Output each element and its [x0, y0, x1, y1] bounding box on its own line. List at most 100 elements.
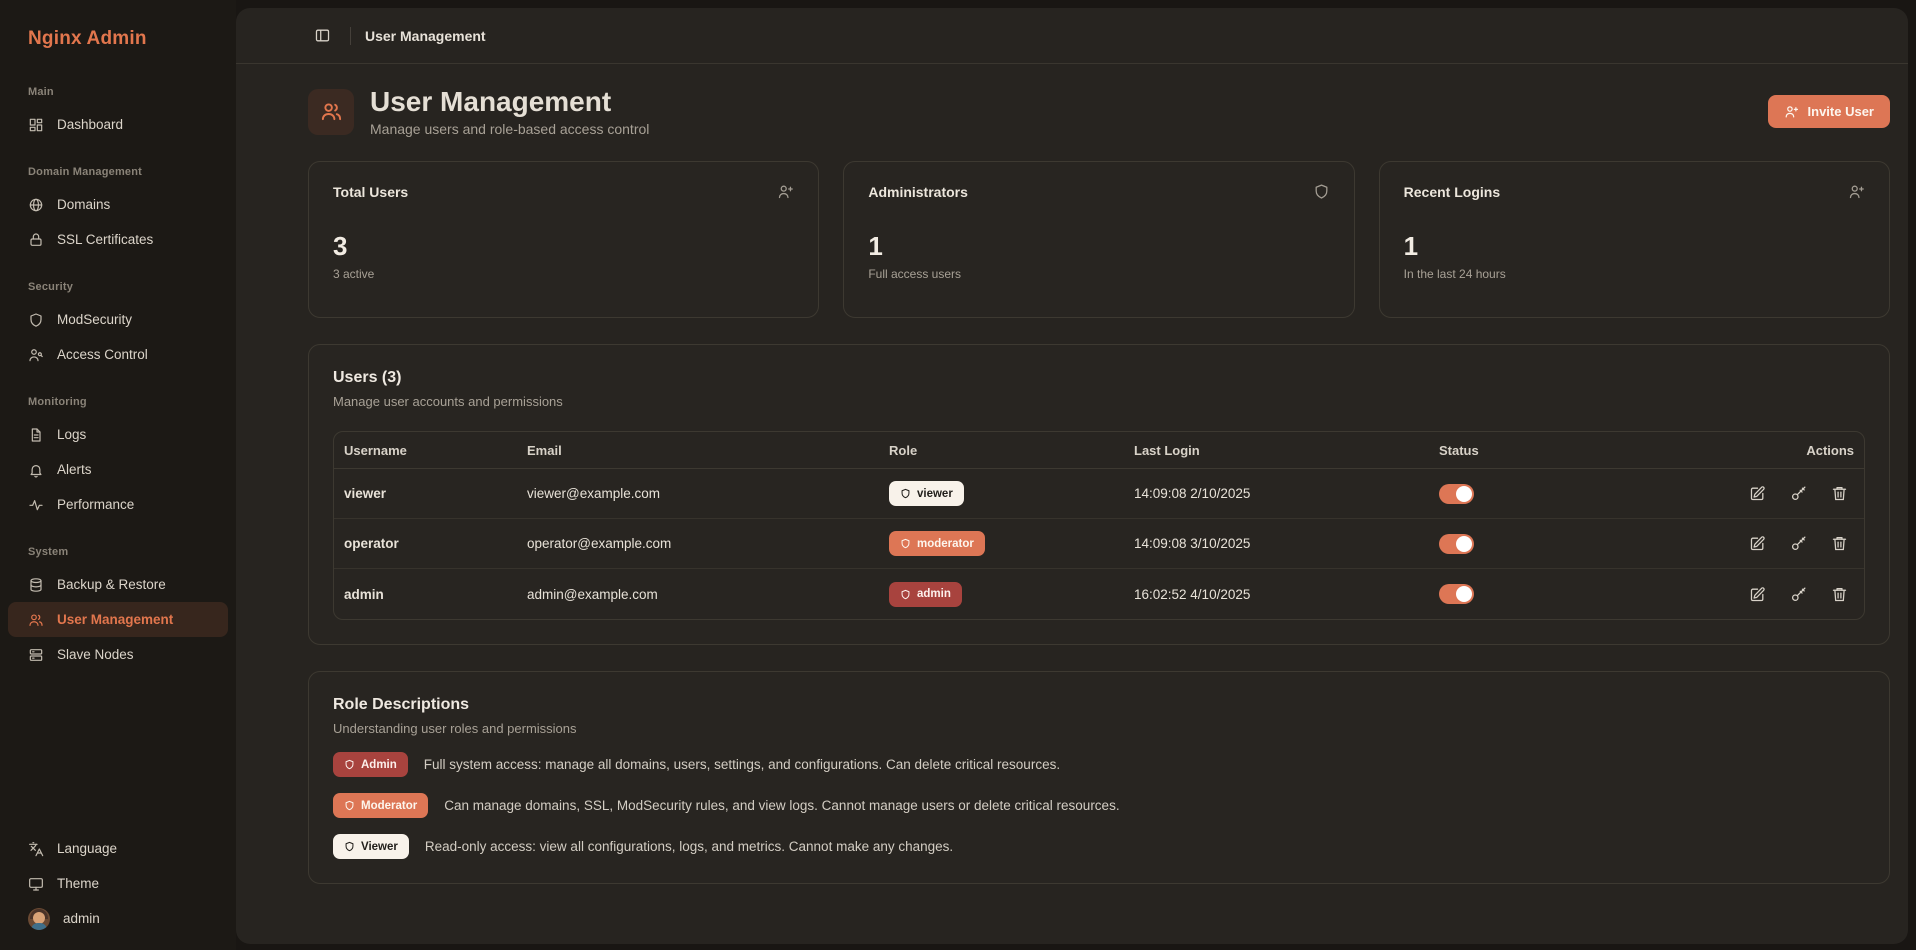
user-menu[interactable]: admin	[8, 901, 228, 936]
status-toggle[interactable]	[1439, 584, 1474, 605]
role-badge-viewer: viewer	[889, 481, 964, 507]
role-description-text: Full system access: manage all domains, …	[423, 757, 1061, 773]
theme-button[interactable]: Theme	[8, 866, 228, 901]
user-plus-icon	[1848, 183, 1865, 200]
panel-left-icon	[314, 27, 331, 44]
edit-icon	[1749, 485, 1766, 502]
sidebar-item-dashboard[interactable]: Dashboard	[8, 107, 228, 142]
page-titles: User Management Manage users and role-ba…	[370, 86, 649, 137]
delete-user-button[interactable]	[1831, 586, 1848, 603]
sidebar-item-performance[interactable]: Performance	[8, 487, 228, 522]
bell-icon	[28, 462, 44, 478]
page-title: User Management	[370, 86, 612, 117]
delete-user-button[interactable]	[1831, 485, 1848, 502]
username-label: admin	[63, 911, 100, 926]
topbar: User Management	[236, 8, 1908, 64]
status-toggle[interactable]	[1439, 483, 1474, 504]
edit-user-button[interactable]	[1749, 485, 1766, 502]
shield-icon	[900, 488, 911, 499]
cell-username: operator	[344, 536, 399, 552]
col-last-login: Last Login	[1134, 442, 1200, 458]
sidebar-toggle-button[interactable]	[308, 22, 336, 50]
nav-section-main: Main Dashboard	[8, 86, 228, 142]
sidebar-item-backup-restore[interactable]: Backup & Restore	[8, 567, 228, 602]
sidebar-item-domains[interactable]: Domains	[8, 187, 228, 222]
nav-section-monitoring: Monitoring Logs Alerts Performance	[8, 396, 228, 522]
stat-card-recent-logins: Recent Logins 1 In the last 24 hours	[1378, 161, 1890, 319]
sidebar-item-label: SSL Certificates	[57, 232, 154, 247]
cell-email: admin@example.com	[527, 586, 658, 602]
breadcrumb: User Management	[365, 27, 486, 44]
cell-status	[1439, 584, 1705, 605]
page-header: User Management Manage users and role-ba…	[308, 86, 1890, 137]
reset-password-button[interactable]	[1790, 485, 1807, 502]
role-badge-admin: admin	[889, 581, 962, 607]
stat-caption: 3 active	[333, 267, 375, 282]
trash-icon	[1831, 586, 1848, 603]
sidebar-item-user-management[interactable]: User Management	[8, 602, 228, 637]
sidebar-item-modsecurity[interactable]: ModSecurity	[8, 302, 228, 337]
stat-card-administrators: Administrators 1 Full access users	[843, 161, 1355, 319]
invite-user-button[interactable]: Invite User	[1767, 95, 1890, 129]
sidebar-item-logs[interactable]: Logs	[8, 417, 228, 452]
activity-icon	[28, 497, 44, 513]
trash-icon	[1831, 535, 1848, 552]
file-text-icon	[28, 427, 44, 443]
role-badge-moderator: Moderator	[333, 793, 429, 819]
reset-password-button[interactable]	[1790, 535, 1807, 552]
edit-user-button[interactable]	[1749, 535, 1766, 552]
users-panel-title: Users (3)	[333, 369, 402, 387]
stat-card-total-users: Total Users 3 3 active	[308, 161, 820, 319]
status-toggle[interactable]	[1439, 533, 1474, 554]
user-plus-icon	[1784, 104, 1799, 119]
shield-icon	[344, 800, 355, 811]
language-button[interactable]: Language	[8, 831, 228, 866]
shield-icon	[900, 589, 911, 600]
stat-value: 1	[868, 231, 883, 262]
col-actions: Actions	[1806, 442, 1854, 458]
users-icon	[28, 612, 44, 628]
sidebar-item-slave-nodes[interactable]: Slave Nodes	[8, 637, 228, 672]
sidebar-item-alerts[interactable]: Alerts	[8, 452, 228, 487]
language-label: Language	[57, 841, 118, 856]
sidebar-item-label: User Management	[57, 612, 174, 627]
sidebar-item-ssl-certificates[interactable]: SSL Certificates	[8, 222, 228, 257]
nav-section-domain-management: Domain Management Domains SSL Certificat…	[8, 166, 228, 257]
trash-icon	[1831, 485, 1848, 502]
user-key-icon	[28, 347, 44, 363]
table-row: viewer viewer@example.com viewer 14:09:0…	[334, 469, 1864, 520]
role-badge-admin: Admin	[333, 752, 408, 778]
sidebar-item-label: Logs	[57, 427, 87, 442]
key-icon	[1790, 586, 1807, 603]
user-plus-icon	[777, 183, 794, 200]
cell-status	[1439, 533, 1705, 554]
sidebar-item-access-control[interactable]: Access Control	[8, 337, 228, 372]
invite-user-label: Invite User	[1807, 104, 1874, 120]
nav-section-label: System	[28, 546, 69, 558]
users-panel-subtitle: Manage user accounts and permissions	[333, 394, 563, 410]
sidebar-item-label: Slave Nodes	[57, 647, 134, 662]
cell-role: admin	[889, 581, 1134, 607]
server-icon	[28, 647, 44, 663]
col-username: Username	[344, 442, 407, 458]
lock-icon	[28, 232, 44, 248]
theme-label: Theme	[57, 876, 100, 891]
table-row: operator operator@example.com moderator …	[334, 519, 1864, 570]
stat-title: Recent Logins	[1403, 183, 1501, 200]
page-content: User Management Manage users and role-ba…	[236, 64, 1908, 885]
sidebar-item-label: Alerts	[57, 462, 92, 477]
topbar-divider	[350, 26, 351, 45]
cell-last-login: 16:02:52 4/10/2025	[1134, 586, 1251, 602]
nav-section-system: System Backup & Restore User Management …	[8, 546, 228, 672]
cell-actions	[1705, 586, 1854, 603]
edit-icon	[1749, 535, 1766, 552]
sidebar-nav: Main Dashboard Domain Management Domains…	[0, 86, 236, 696]
reset-password-button[interactable]	[1790, 586, 1807, 603]
role-description-text: Can manage domains, SSL, ModSecurity rul…	[444, 798, 1120, 814]
cell-actions	[1705, 485, 1854, 502]
sidebar-item-label: Backup & Restore	[57, 577, 166, 592]
edit-user-button[interactable]	[1749, 586, 1766, 603]
nav-section-security: Security ModSecurity Access Control	[8, 281, 228, 372]
delete-user-button[interactable]	[1831, 535, 1848, 552]
sidebar: Nginx Admin Main Dashboard Domain Manage…	[0, 0, 236, 950]
